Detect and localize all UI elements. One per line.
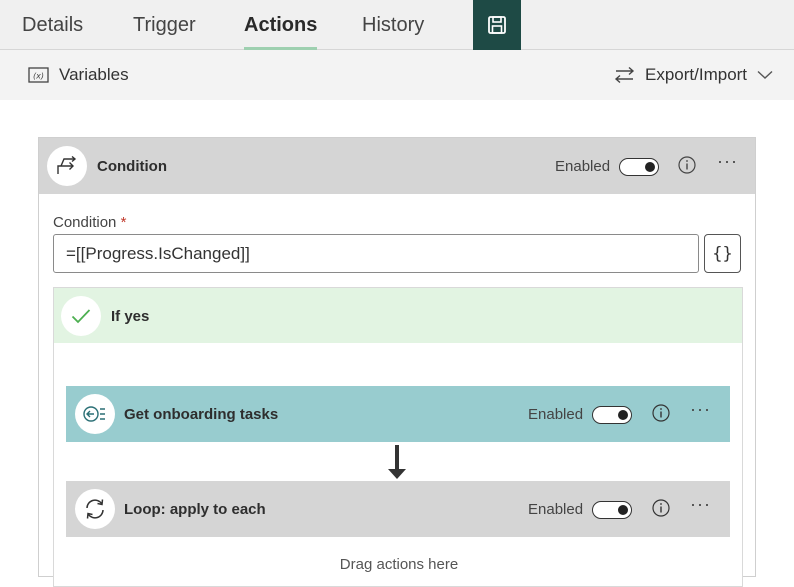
more-options-icon[interactable]: ··· [690, 400, 711, 418]
tab-bar: Details Trigger Actions History [0, 0, 794, 50]
list-arrow-icon [83, 406, 105, 422]
action-enabled-toggle[interactable] [592, 501, 632, 519]
condition-card[interactable]: Condition Enabled ··· Condition * {} [38, 137, 756, 587]
tab-details[interactable]: Details [22, 0, 83, 50]
more-options-icon[interactable]: ··· [690, 495, 711, 513]
action-enabled-toggle[interactable] [592, 406, 632, 424]
if-yes-title: If yes [111, 308, 150, 325]
drag-actions-hint: Drag actions here [339, 556, 459, 573]
tab-actions[interactable]: Actions [244, 0, 318, 50]
variables-icon: (x) [28, 67, 49, 83]
tab-history[interactable]: History [362, 0, 424, 50]
if-yes-branch: If yes Get onboarding tasks Enabled ··· … [53, 287, 743, 587]
loop-icon [86, 499, 104, 519]
save-icon [488, 16, 506, 34]
info-icon[interactable] [678, 156, 696, 174]
variables-button[interactable]: (x) Variables [28, 50, 129, 100]
export-import-label: Export/Import [645, 65, 748, 84]
condition-input[interactable] [53, 234, 699, 273]
checkmark-icon [71, 309, 91, 324]
flow-canvas: Condition Enabled ··· Condition * {} [0, 100, 794, 587]
expression-editor-button[interactable]: {} [704, 234, 741, 273]
if-yes-header[interactable]: If yes [54, 288, 742, 343]
branch-icon [57, 156, 77, 174]
info-icon[interactable] [652, 499, 670, 517]
svg-text:(x): (x) [33, 72, 44, 81]
condition-enabled-toggle[interactable] [619, 158, 659, 176]
action-icon-badge [75, 489, 115, 529]
save-button[interactable] [473, 0, 521, 50]
required-mark: * [120, 214, 127, 231]
action-loop-apply-to-each[interactable]: Loop: apply to each Enabled ··· [66, 481, 730, 537]
info-icon[interactable] [652, 404, 670, 422]
tab-trigger[interactable]: Trigger [133, 0, 196, 50]
condition-icon-badge [47, 146, 87, 186]
if-yes-icon-badge [61, 296, 101, 336]
more-options-icon[interactable]: ··· [717, 152, 738, 170]
action-enabled-label: Enabled [528, 501, 584, 518]
action-enabled-label: Enabled [528, 406, 584, 423]
action-icon-badge [75, 394, 115, 434]
condition-title: Condition [97, 158, 167, 175]
action-title: Loop: apply to each [124, 501, 266, 518]
export-import-button[interactable]: Export/Import [614, 50, 773, 100]
condition-header[interactable]: Condition Enabled ··· [39, 138, 755, 194]
condition-field-label: Condition * [53, 214, 127, 231]
swap-arrows-icon [614, 66, 635, 84]
connector-arrow-icon [388, 445, 406, 479]
action-title: Get onboarding tasks [124, 406, 279, 423]
condition-enabled-label: Enabled [555, 158, 611, 175]
variables-label: Variables [59, 65, 129, 84]
toolbar: (x) Variables Export/Import [0, 50, 794, 100]
action-get-onboarding-tasks[interactable]: Get onboarding tasks Enabled ··· [66, 386, 730, 442]
chevron-down-icon [757, 70, 773, 79]
